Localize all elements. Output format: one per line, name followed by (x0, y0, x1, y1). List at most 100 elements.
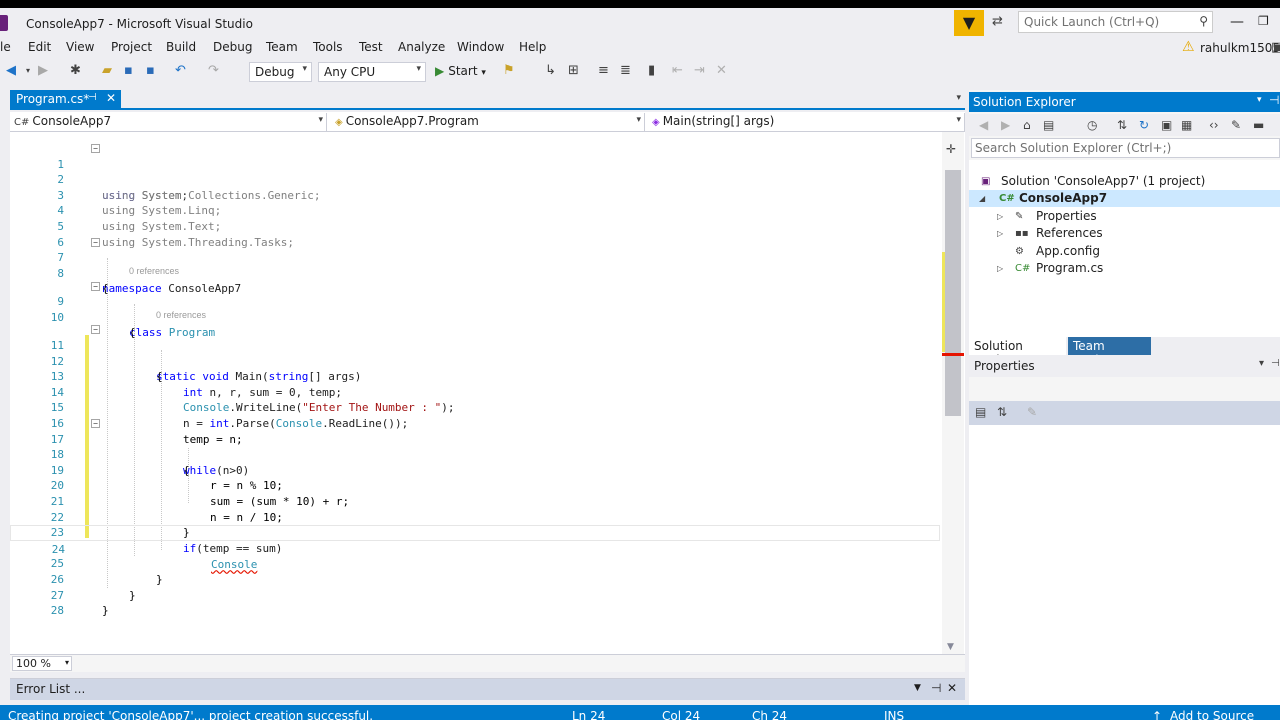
collapsed-icon[interactable]: ▷ (997, 225, 1003, 242)
code-line[interactable]: 10 { (10, 294, 940, 340)
view-code-icon[interactable]: ‹› (1209, 118, 1219, 132)
error-list-header[interactable]: Error List ... ▼ ⊣ ✕ (10, 678, 965, 700)
tree-item-project[interactable]: ◢ C# ConsoleApp7 (969, 190, 1280, 207)
project-dropdown[interactable]: C# ConsoleApp7 ▾ (10, 113, 327, 131)
open-file-icon[interactable]: ▰ (102, 63, 112, 78)
solution-search-input[interactable]: Search Solution Explorer (Ctrl+;) (971, 138, 1280, 158)
code-line[interactable]: 3 using System.Linq; (10, 172, 940, 218)
class-dropdown[interactable]: ◈ ConsoleApp7.Program ▾ (331, 113, 645, 131)
tree-item-app-config[interactable]: ⚙ App.config (997, 243, 1267, 260)
clear-bookmarks-icon[interactable]: ✕ (716, 63, 727, 78)
code-line[interactable]: 8 { (10, 250, 940, 296)
tree-item-program-cs[interactable]: ▷ C# Program.cs (997, 260, 1267, 277)
code-line[interactable]: 14 Console.WriteLine("Enter The Number :… (10, 369, 940, 415)
split-editor-icon[interactable]: ✛ (946, 142, 956, 156)
collapse-icon[interactable]: − (91, 281, 100, 291)
navigate-back-icon[interactable]: ◀ (6, 63, 16, 78)
show-all-files-icon[interactable]: ▦ (1181, 118, 1192, 132)
redo-icon[interactable]: ↷ (208, 63, 219, 78)
code-line[interactable]: 7 − namespace ConsoleApp7 (10, 235, 940, 295)
pending-changes-icon[interactable]: ◷ (1087, 118, 1097, 132)
menu-view[interactable]: View (66, 40, 94, 54)
feedback-icon[interactable]: ⇄ (992, 14, 1008, 30)
undo-icon[interactable]: ↶ (175, 63, 186, 78)
menu-tools[interactable]: Tools (313, 40, 343, 54)
close-icon[interactable]: ✕ (106, 91, 116, 105)
menu-window[interactable]: Window (457, 40, 504, 54)
tab-team-explorer[interactable]: Team Explorer (1068, 337, 1151, 367)
code-editor[interactable]: 1 − using System; 2 using System.Collect… (0, 132, 965, 654)
code-line[interactable]: 16 temp = n; (10, 400, 940, 446)
code-line[interactable]: 20 sum = (sum * 10) + r; (10, 463, 940, 508)
restore-button[interactable]: ❐ (1258, 14, 1269, 28)
collapsed-icon[interactable]: ▷ (997, 260, 1003, 277)
sync-icon[interactable]: ▤ (1043, 118, 1054, 132)
tree-item-solution[interactable]: ▣ Solution 'ConsoleApp7' (1 project) (981, 173, 1271, 190)
navigate-forward-icon[interactable]: ▶ (38, 63, 48, 78)
forward-icon[interactable]: ▶ (1001, 118, 1010, 132)
code-line[interactable]: 11 − static void Main(string[] args) (10, 322, 940, 383)
preview-icon[interactable]: ▬ (1253, 118, 1264, 132)
pin-icon[interactable]: ⊣ (931, 681, 941, 695)
vertical-scrollbar[interactable]: ✛ ▼ (942, 132, 964, 654)
home-icon[interactable]: ⌂ (1023, 118, 1031, 132)
close-icon[interactable]: ✕ (947, 681, 957, 695)
scroll-down-icon[interactable]: ▼ (947, 642, 954, 652)
codelens-references[interactable]: 0 references (129, 266, 179, 276)
dropdown-icon[interactable]: ▼ (914, 683, 921, 693)
next-bookmark-icon[interactable]: ⇥ (694, 63, 705, 78)
collapse-icon[interactable]: − (91, 237, 100, 247)
menu-test[interactable]: Test (359, 40, 383, 54)
bookmark-icon[interactable]: ▮ (648, 63, 655, 78)
alphabetical-icon[interactable]: ⇅ (997, 405, 1007, 419)
code-line-current[interactable]: 24 Console (10, 525, 940, 571)
code-line[interactable]: 12 { (10, 338, 940, 384)
collapse-all-icon[interactable]: ▣ (1161, 118, 1172, 132)
code-line[interactable]: 21 n = n / 10; (10, 478, 940, 524)
code-line[interactable]: 26 } (10, 556, 940, 602)
previous-bookmark-icon[interactable]: ⇤ (672, 63, 683, 78)
scrollbar-thumb[interactable] (945, 170, 961, 416)
collapse-icon[interactable]: − (91, 325, 100, 335)
code-line[interactable]: 15 n = int.Parse(Console.ReadLine()); (10, 385, 940, 430)
sync-with-document-icon[interactable]: ⇅ (1117, 118, 1127, 132)
refresh-icon[interactable]: ↻ (1139, 118, 1149, 132)
uncomment-icon[interactable]: ≣ (620, 63, 631, 78)
codelens-references[interactable]: 0 references (156, 310, 206, 320)
code-line[interactable]: 2 using System.Collections.Generic; (10, 157, 940, 202)
minimize-button[interactable]: — (1230, 14, 1244, 30)
expanded-icon[interactable]: ◢ (979, 190, 985, 207)
code-line[interactable]: 5 using System.Threading.Tasks; (10, 203, 940, 249)
collapse-icon[interactable]: − (91, 144, 100, 153)
pin-icon[interactable]: ⊣ (1269, 93, 1279, 107)
tree-item-properties[interactable]: ▷ ✎ Properties (997, 208, 1267, 225)
tab-overflow-icon[interactable]: ▾ (956, 93, 961, 103)
code-line[interactable]: 4 using System.Text; (10, 188, 940, 233)
code-line[interactable]: 1 − using System; (10, 141, 940, 202)
member-dropdown[interactable]: ◈ Main(string[] args) ▾ (648, 113, 965, 131)
menu-file[interactable]: le (0, 40, 11, 54)
code-line[interactable]: 9 − class Program (10, 279, 940, 339)
account-icon[interactable]: ▣ (1271, 40, 1280, 55)
quick-launch-input[interactable]: Quick Launch (Ctrl+Q) ⚲ (1018, 11, 1213, 33)
new-project-icon[interactable]: ✱ (70, 63, 81, 78)
code-line[interactable]: 25 } (10, 541, 940, 586)
menu-help[interactable]: Help (519, 40, 546, 54)
menu-analyze[interactable]: Analyze (398, 40, 445, 54)
menu-team[interactable]: Team (266, 40, 298, 54)
step-over-icon[interactable]: ⊞ (568, 63, 579, 78)
code-line[interactable]: 17 − while(n>0) (10, 416, 940, 477)
configuration-dropdown[interactable]: Debug ▾ (249, 62, 312, 82)
dropdown-icon[interactable]: ▾ (1259, 358, 1264, 369)
save-icon[interactable]: ▪ (124, 63, 133, 78)
zoom-dropdown[interactable]: 100 % ▾ (12, 656, 72, 671)
save-all-icon[interactable]: ▪ (146, 63, 155, 78)
pin-icon[interactable]: ⊣ (88, 92, 97, 103)
dropdown-icon[interactable]: ▾ (1257, 95, 1262, 105)
code-line[interactable]: 22 } (10, 494, 940, 540)
code-line[interactable]: 13 int n, r, sum = 0, temp; (10, 354, 940, 399)
code-line[interactable]: 23 if(temp == sum) (10, 510, 940, 555)
categorized-icon[interactable]: ▤ (975, 405, 986, 419)
start-button[interactable]: ▶ Start ▾ (435, 64, 486, 78)
collapsed-icon[interactable]: ▷ (997, 208, 1003, 225)
